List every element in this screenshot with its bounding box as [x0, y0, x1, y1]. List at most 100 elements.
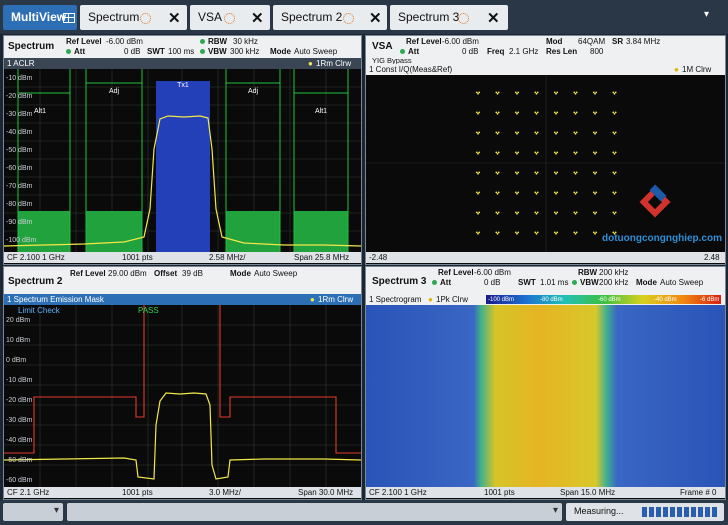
tab-menu-chevron-icon[interactable]: ▾ [704, 9, 709, 20]
panel-spectrum-aclr[interactable]: Spectrum Ref Level -6.00 dBm Att 0 dB SW… [3, 35, 362, 265]
freq-value: 2.1 GHz [509, 47, 539, 56]
channel-label: Alt1 [34, 108, 46, 115]
constellation-point [575, 91, 578, 94]
res-len-value: 800 [590, 47, 604, 56]
constellation-point [574, 152, 577, 155]
mode-label: Mode [230, 269, 251, 278]
trace-title: 1 Spectrogram [369, 295, 422, 304]
panel-vsa-constellation[interactable]: VSA Ref Level -6.00 dBm Att 0 dB Freq 2.… [365, 35, 726, 265]
panel-footer: CF 2.1 GHz 1001 pts 3.0 MHz/ Span 30.0 M… [4, 487, 361, 498]
constellation-point [495, 211, 498, 214]
constellation-point [517, 191, 520, 194]
swt-value: 100 ms [168, 47, 195, 56]
constellation-point [553, 211, 556, 214]
constellation-point [497, 111, 500, 114]
channel-label: Tx1 [177, 82, 189, 89]
constellation-point [536, 91, 539, 94]
constellation-point [496, 92, 499, 95]
constellation-point [477, 172, 479, 175]
constellation-point [497, 211, 500, 214]
y-tick: -40 dBm [6, 129, 33, 136]
constellation-point [495, 191, 498, 194]
sweep-status-icon [458, 13, 469, 24]
tab-spectrum-3[interactable]: Spectrum 3 ✕ [390, 5, 508, 30]
constellation-plot[interactable]: dotuongcongnghiep.com [366, 75, 725, 252]
constellation-point [516, 212, 518, 215]
constellation-point [496, 212, 499, 215]
tab-multiview[interactable]: MultiView [3, 5, 77, 30]
mode-value: Auto Sweep [294, 47, 338, 56]
constellation-point [496, 172, 499, 175]
constellation-point [614, 211, 617, 214]
rbw-value: 30 kHz [233, 37, 258, 46]
constellation-point [575, 171, 578, 174]
sem-plot[interactable]: Limit Check PASS 20 dBm 10 dBm 0 dBm -10… [4, 305, 361, 487]
progress-bar [642, 507, 718, 517]
constellation-point [612, 191, 615, 194]
constellation-point [573, 211, 576, 214]
att-value: 0 dB [462, 47, 479, 56]
constellation-point [556, 91, 559, 94]
constellation-point [478, 191, 481, 194]
spectrogram-image[interactable] [366, 305, 725, 487]
constellation-point [612, 151, 615, 154]
tab-spectrum-2[interactable]: Spectrum 2 ✕ [273, 5, 387, 30]
constellation-point [555, 212, 557, 215]
constellation-point [514, 131, 517, 134]
constellation-point [594, 172, 596, 175]
close-icon[interactable]: ✕ [369, 6, 382, 31]
constellation-point [594, 192, 596, 195]
sweep-status-icon [343, 13, 354, 24]
constellation-point [478, 111, 481, 114]
close-icon[interactable]: ✕ [487, 6, 500, 31]
constellation-point [553, 171, 556, 174]
constellation-point [594, 92, 596, 95]
y-tick: -10 dBm [6, 377, 33, 384]
constellation-point [553, 231, 556, 234]
constellation-point [475, 191, 478, 194]
span: Span 25.8 MHz [294, 253, 350, 262]
constellation-point [516, 152, 518, 155]
constellation-point [517, 91, 520, 94]
close-icon[interactable]: ✕ [168, 6, 181, 31]
panel-spectrum-emission-mask[interactable]: Spectrum 2 Ref Level 29.00 dBm Offset 39… [3, 266, 362, 500]
limit-mask-line [4, 305, 361, 454]
constellation-point [592, 131, 595, 134]
status-dropdown[interactable]: ▾ [67, 503, 562, 521]
close-icon[interactable]: ✕ [251, 6, 264, 31]
tab-vsa[interactable]: VSA ✕ [190, 5, 270, 30]
constellation-point [496, 152, 499, 155]
adj-channel-bar [226, 211, 280, 252]
y-tick: -50 dBm [6, 457, 33, 464]
constellation-point [556, 231, 559, 234]
trace-badge: 1M Clrw [682, 65, 712, 74]
aclr-plot[interactable]: Alt1 Adj Tx1 Adj Alt1 -10 dBm -20 dBm -3… [4, 69, 361, 252]
constellation-point [595, 111, 598, 114]
constellation-point [514, 171, 517, 174]
constellation-point [517, 151, 520, 154]
trace-badge: 1Rm Clrw [316, 59, 352, 68]
panel-title: Spectrum 3 [372, 276, 427, 287]
panel-spectrogram[interactable]: Spectrum 3 Ref Level -6.00 dBm Att 0 dB … [365, 266, 726, 500]
constellation-point [477, 232, 479, 235]
x-axis-min: -2.48 [369, 253, 388, 262]
status-dropdown[interactable]: ▾ [3, 503, 63, 521]
constellation-point [475, 91, 478, 94]
sweep-points: 1001 pts [122, 488, 153, 497]
constellation-point [592, 171, 595, 174]
constellation-point [534, 171, 537, 174]
constellation-point [614, 91, 617, 94]
constellation-point [575, 211, 578, 214]
ref-level-label: Ref Level [406, 37, 442, 46]
constellation-point [594, 232, 596, 235]
constellation-point [496, 232, 499, 235]
channel-label: Adj [248, 88, 259, 95]
constellation-point [614, 191, 617, 194]
offset-value: 39 dB [182, 269, 203, 278]
constellation-point [574, 172, 577, 175]
constellation-point [475, 151, 478, 154]
constellation-point [573, 231, 576, 234]
constellation-point [497, 91, 500, 94]
tab-spectrum[interactable]: Spectrum ✕ [80, 5, 187, 30]
constellation-point [478, 171, 481, 174]
